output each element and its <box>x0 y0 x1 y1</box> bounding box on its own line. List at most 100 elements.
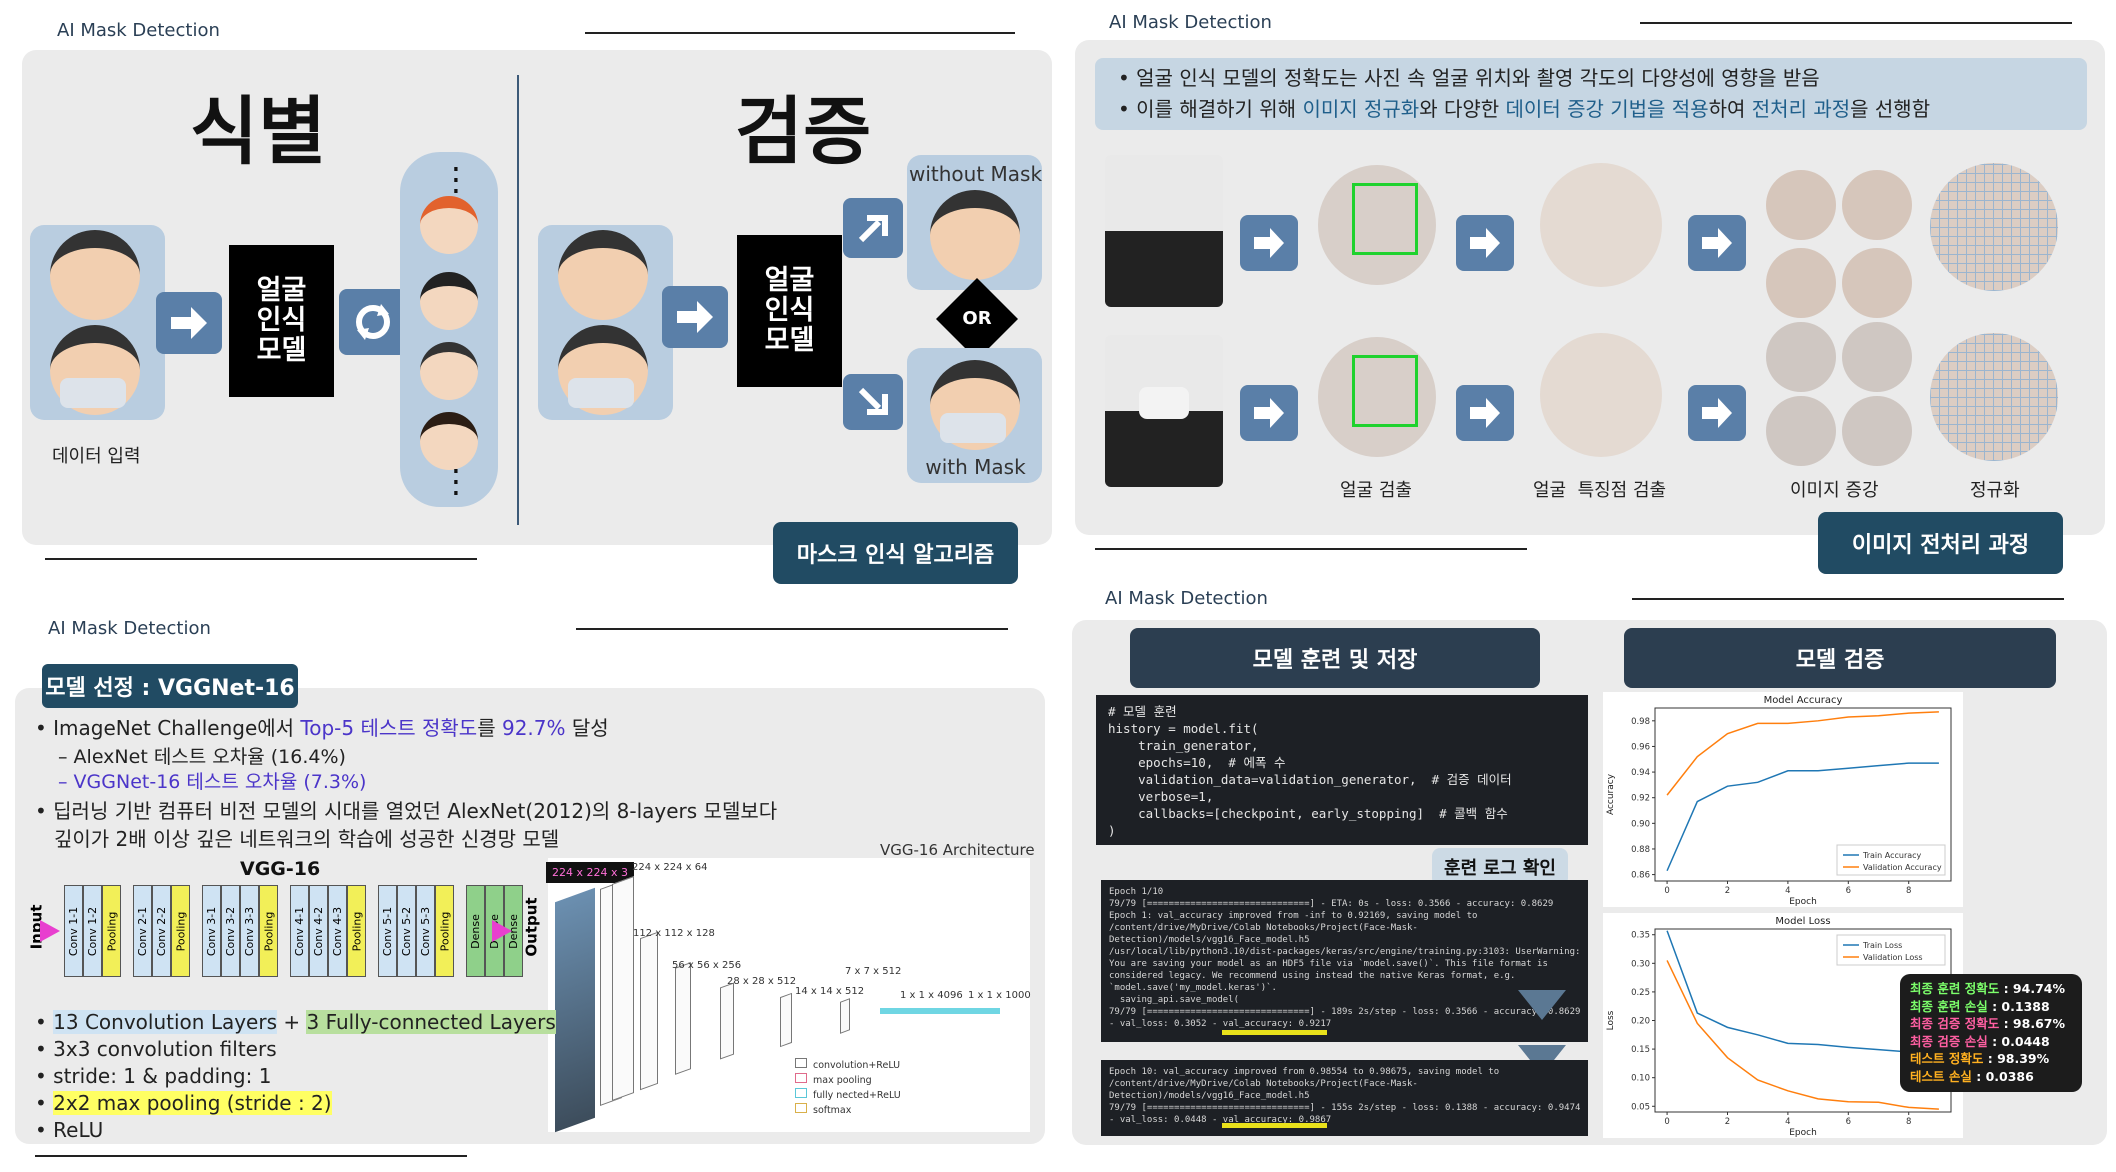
y-tick-label: 0.05 <box>1631 1102 1650 1112</box>
q3-sub-1: – AlexNet 테스트 오차율 (16.4%) <box>58 746 346 768</box>
vgg-layer-label: Pooling <box>438 911 451 951</box>
dots-top-icon: ⋮ <box>440 160 472 198</box>
q3-bullet-3: • 13 Convolution Layers + 3 Fully-connec… <box>35 1010 556 1034</box>
vgg-layer-label: Conv 2-2 <box>155 906 169 956</box>
vgg-layer-17: Conv 5-3 <box>416 885 435 977</box>
verify-button[interactable]: 모델 검증 <box>1624 628 2056 688</box>
x-tick-label: 4 <box>1785 1117 1790 1127</box>
q3-sub-2-text: VGGNet-16 테스트 오차율 (7.3%) <box>73 771 367 793</box>
legend-fc: fully nected+ReLU <box>795 1088 901 1103</box>
portrait-photo <box>1105 155 1223 307</box>
y-tick-label: 0.86 <box>1631 871 1650 881</box>
q3-bullet-7: • ReLU <box>35 1118 104 1142</box>
val-accuracy-highlight-2 <box>1222 1123 1327 1128</box>
woman-masked-face-icon-2 <box>558 325 648 415</box>
y-tick-label: 0.10 <box>1631 1074 1650 1084</box>
mask-algorithm-button[interactable]: 마스크 인식 알고리즘 <box>773 522 1018 584</box>
x-tick-label: 2 <box>1725 1117 1730 1127</box>
training-code-block: # 모델 훈련 history = model.fit( train_gener… <box>1096 695 1588 845</box>
y-tick-label: 0.94 <box>1631 768 1650 778</box>
metric-row: 테스트 정확도 : 98.39% <box>1910 1051 2050 1066</box>
vgg-layer-label: Pooling <box>350 911 363 951</box>
q3-bullet-6: • 2x2 max pooling (stride : 2) <box>35 1091 332 1115</box>
vgg-layer-7: Conv 3-1 <box>202 885 221 977</box>
redhead-face-icon <box>420 196 478 254</box>
down-right-arrow-icon <box>843 374 903 430</box>
q3-b1-acc: 92.7% <box>501 716 566 740</box>
vgg-layer-label: Conv 2-1 <box>136 906 150 956</box>
model-box-verify: 얼굴 인식 모델 <box>737 235 842 387</box>
vgg-layer-2: Conv 1-2 <box>83 885 102 977</box>
q2-bullet-1-text: 얼굴 인식 모델의 정확도는 사진 속 얼굴 위치와 촬영 각도의 다양성에 영… <box>1136 66 1820 90</box>
chart-title: Model Loss <box>1775 916 1830 927</box>
vgg-layer-label: Conv 4-1 <box>293 906 307 956</box>
data-input-label: 데이터 입력 <box>52 446 141 467</box>
q1-header-label: AI Mask Detection <box>57 20 220 41</box>
vgg-layer-10: Pooling <box>259 885 278 977</box>
x-tick-label: 6 <box>1846 886 1851 896</box>
vgg-layer-16: Conv 5-2 <box>397 885 416 977</box>
q3-b1-top5: Top-5 테스트 정확도 <box>300 716 478 740</box>
x-tick-label: 8 <box>1906 886 1911 896</box>
accuracy-chart: Model Accuracy Epoch Accuracy 0.86 0.88 0.90 0… <box>1606 695 1952 907</box>
q2-header-rule <box>1640 22 2072 24</box>
legend-label: Validation Accuracy <box>1863 863 1942 872</box>
q4-header-rule <box>1632 598 2064 600</box>
q3-header-label: AI Mask Detection <box>48 618 211 639</box>
vgg-layer-8: Conv 3-2 <box>221 885 240 977</box>
vgg-layer-1: Conv 1-1 <box>64 885 83 977</box>
portrait-masked-photo <box>1105 335 1223 487</box>
face-detection-masked-image <box>1318 337 1436 457</box>
arch-dim-2: 112 x 112 x 128 <box>633 928 715 939</box>
arch-dim-3: 56 x 56 x 256 <box>672 960 742 971</box>
down-chevron-icon <box>1518 990 1566 1020</box>
q3-bullet-5: • stride: 1 & padding: 1 <box>35 1064 272 1088</box>
right-arrow-icon-q2c <box>1688 215 1746 271</box>
series-line-2 <box>1666 711 1939 796</box>
q2-b2-p6: 을 선행함 <box>1850 97 1931 121</box>
vgg-layer-18: Pooling <box>435 885 454 977</box>
y-tick-label: 0.35 <box>1631 931 1650 941</box>
dots-bottom-icon: ⋮ <box>440 462 472 500</box>
x-axis-label: Epoch <box>1789 897 1817 907</box>
y-axis-label: Accuracy <box>1606 773 1616 815</box>
q3-b3-conv: 13 Convolution Layers <box>53 1010 277 1034</box>
vgg-layer-14: Pooling <box>347 885 366 977</box>
vgg-layer-label: Conv 5-1 <box>381 906 395 956</box>
arch-dim-8: 1 x 1 x 1000 <box>968 990 1031 1001</box>
val-accuracy-highlight-1 <box>1222 1030 1327 1035</box>
x-tick-label: 8 <box>1906 1117 1911 1127</box>
vgg-architecture-title: VGG-16 Architecture <box>880 841 1035 859</box>
woman-face-icon <box>50 230 140 320</box>
woman-face-icon-3 <box>930 190 1020 280</box>
q3-b1-p4: 달성 <box>565 716 609 740</box>
or-label: OR <box>962 308 992 329</box>
training-log-epoch1: Epoch 1/10 79/79 [======================… <box>1101 880 1588 1042</box>
train-save-button[interactable]: 모델 훈련 및 저장 <box>1130 628 1540 688</box>
arch-block-6 <box>840 998 850 1034</box>
vgg-layer-6: Pooling <box>171 885 190 977</box>
right-arrow-icon-2 <box>662 286 728 348</box>
legend-softmax: softmax <box>795 1103 901 1118</box>
face-detection-image <box>1318 165 1436 285</box>
vgg-layer-label: Conv 3-3 <box>243 906 257 956</box>
without-mask-label: without Mask <box>908 162 1043 186</box>
q1-divider <box>517 75 519 525</box>
x-tick-label: 0 <box>1664 886 1669 896</box>
q2-b2-highlight-preprocess: 전처리 과정 <box>1751 97 1851 121</box>
training-log-epoch10: Epoch 10: val_accuracy improved from 0.9… <box>1101 1060 1588 1136</box>
y-tick-label: 0.20 <box>1631 1017 1650 1027</box>
final-metrics-box: 최종 훈련 정확도 : 94.74% 최종 훈련 손실 : 0.1388 최종 검증… <box>1900 974 2082 1092</box>
y-tick-label: 0.15 <box>1631 1045 1650 1055</box>
legend-label: Train Loss <box>1862 941 1902 950</box>
q2-b2-highlight-augment: 데이터 증강 기법을 적용 <box>1505 97 1709 121</box>
x-tick-label: 0 <box>1664 1117 1669 1127</box>
arch-block-3 <box>675 962 691 1075</box>
arch-dim-6: 7 x 7 x 512 <box>845 966 902 977</box>
preprocess-button[interactable]: 이미지 전처리 과정 <box>1818 512 2063 574</box>
vgg-layer-3: Pooling <box>102 885 121 977</box>
arch-block-4 <box>720 982 734 1060</box>
q2-bullet-2: • 이를 해결하기 위해 이미지 정규화와 다양한 데이터 증강 기법을 적용하… <box>1118 97 1931 121</box>
vgg-layer-label: Pooling <box>105 911 118 951</box>
q3-sub-1-text: AlexNet 테스트 오차율 (16.4%) <box>73 746 346 768</box>
